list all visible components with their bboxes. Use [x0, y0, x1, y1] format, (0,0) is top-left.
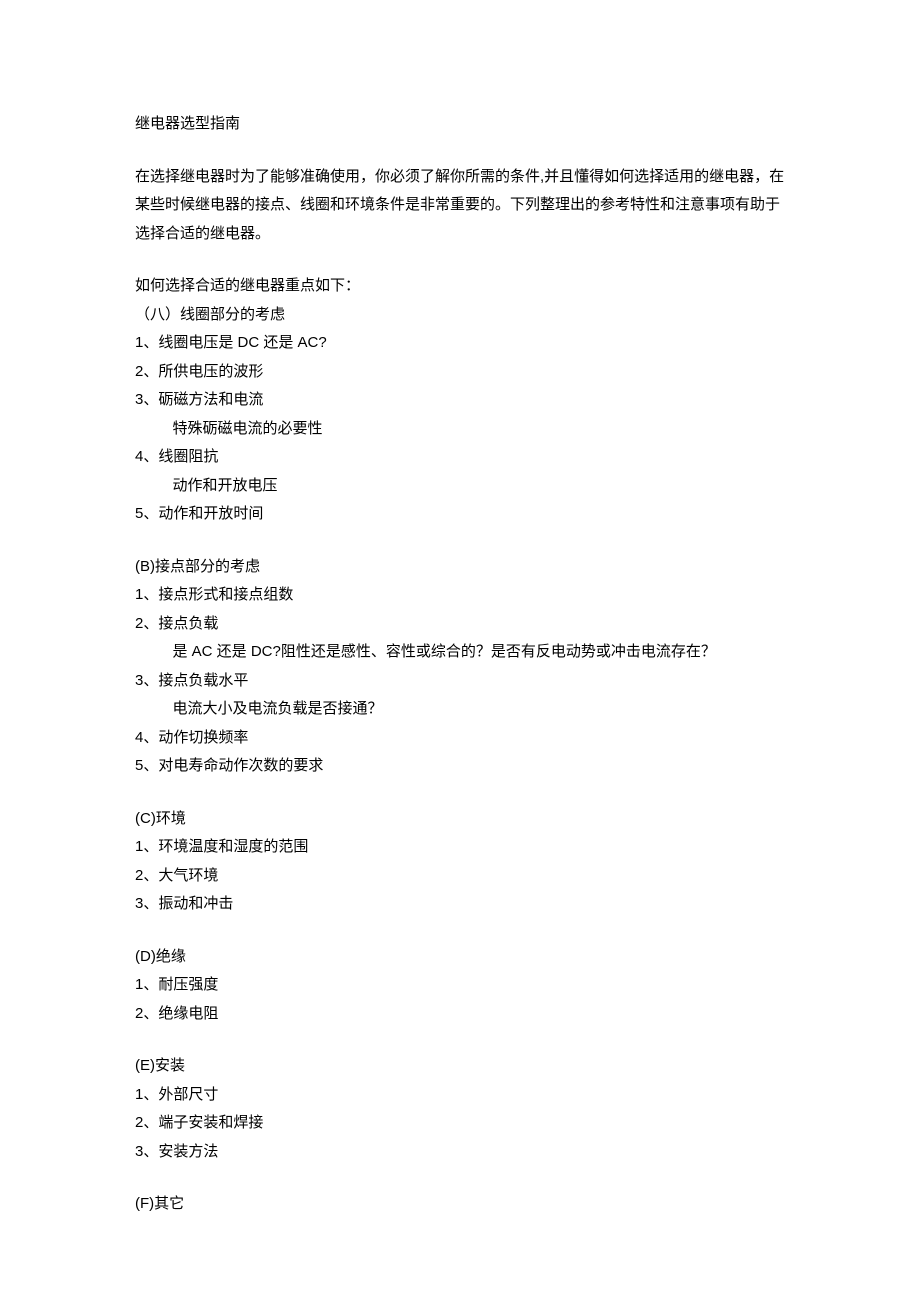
- item-number: 1、: [135, 586, 158, 603]
- list-item: 1、外部尺寸: [135, 1081, 785, 1110]
- sub-item: 动作和开放电压: [135, 472, 785, 501]
- list-item: 1、耐压强度: [135, 971, 785, 1000]
- item-number: 4、: [135, 448, 158, 465]
- section-e-heading: (E)安装: [135, 1052, 785, 1081]
- item-text: 所供电压的波形: [158, 363, 263, 380]
- list-item: 3、振动和冲击: [135, 890, 785, 919]
- item-number: 3、: [135, 1143, 158, 1160]
- item-number: 2、: [135, 363, 158, 380]
- item-text: 大气环境: [158, 867, 218, 884]
- item-text: 接点负载: [158, 615, 218, 632]
- item-number: 3、: [135, 672, 158, 689]
- item-text: 环境温度和湿度的范围: [158, 838, 308, 855]
- item-number: 5、: [135, 757, 158, 774]
- sub-item: 电流大小及电流负载是否接通？: [135, 695, 785, 724]
- item-text: 线圈阻抗: [158, 448, 218, 465]
- list-item: 3、砺磁方法和电流: [135, 386, 785, 415]
- section-f-heading: (F)其它: [135, 1190, 785, 1219]
- item-text: 接点负载水平: [158, 672, 248, 689]
- item-text: 安装方法: [158, 1143, 218, 1160]
- document-title: 继电器选型指南: [135, 110, 785, 139]
- item-text: 外部尺寸: [158, 1086, 218, 1103]
- section-a-heading: （八）线圈部分的考虑: [135, 301, 785, 330]
- item-text: 砺磁方法和电流: [158, 391, 263, 408]
- list-item: 2、端子安装和焊接: [135, 1109, 785, 1138]
- item-text: 动作切换频率: [158, 729, 248, 746]
- item-number: 4、: [135, 729, 158, 746]
- list-item: 2、绝缘电阻: [135, 1000, 785, 1029]
- list-item: 3、安装方法: [135, 1138, 785, 1167]
- list-item: 4、线圈阻抗: [135, 443, 785, 472]
- list-item: 1、环境温度和湿度的范围: [135, 833, 785, 862]
- sub-item: 是 AC 还是 DC?阻性还是感性、容性或综合的？是否有反电动势或冲击电流存在？: [135, 638, 785, 667]
- item-number: 1、: [135, 1086, 158, 1103]
- item-text: 振动和冲击: [158, 895, 233, 912]
- section-b-heading: (B)接点部分的考虑: [135, 553, 785, 582]
- item-number: 2、: [135, 1114, 158, 1131]
- item-text: 绝缘电阻: [158, 1005, 218, 1022]
- list-item: 5、动作和开放时间: [135, 500, 785, 529]
- item-text: 线圈电压是 DC 还是 AC?: [158, 334, 326, 351]
- item-number: 3、: [135, 391, 158, 408]
- list-item: 2、所供电压的波形: [135, 358, 785, 387]
- item-text: 动作和开放时间: [158, 505, 263, 522]
- list-item: 1、接点形式和接点组数: [135, 581, 785, 610]
- item-number: 1、: [135, 976, 158, 993]
- intro-paragraph: 在选择继电器时为了能够准确使用，你必须了解你所需的条件,并且懂得如何选择适用的继…: [135, 163, 785, 249]
- item-number: 3、: [135, 895, 158, 912]
- list-item: 1、线圈电压是 DC 还是 AC?: [135, 329, 785, 358]
- section-d-heading: (D)绝缘: [135, 943, 785, 972]
- document-page: 继电器选型指南 在选择继电器时为了能够准确使用，你必须了解你所需的条件,并且懂得…: [0, 0, 920, 1279]
- list-item: 2、大气环境: [135, 862, 785, 891]
- list-item: 3、接点负载水平: [135, 667, 785, 696]
- item-number: 1、: [135, 838, 158, 855]
- subtitle: 如何选择合适的继电器重点如下：: [135, 272, 785, 301]
- item-number: 2、: [135, 1005, 158, 1022]
- item-text: 对电寿命动作次数的要求: [158, 757, 323, 774]
- section-c-heading: (C)环境: [135, 805, 785, 834]
- item-number: 2、: [135, 615, 158, 632]
- item-number: 2、: [135, 867, 158, 884]
- list-item: 4、动作切换频率: [135, 724, 785, 753]
- list-item: 2、接点负载: [135, 610, 785, 639]
- item-number: 1、: [135, 334, 158, 351]
- item-number: 5、: [135, 505, 158, 522]
- item-text: 接点形式和接点组数: [158, 586, 293, 603]
- item-text: 端子安装和焊接: [158, 1114, 263, 1131]
- sub-item: 特殊砺磁电流的必要性: [135, 415, 785, 444]
- item-text: 耐压强度: [158, 976, 218, 993]
- list-item: 5、对电寿命动作次数的要求: [135, 752, 785, 781]
